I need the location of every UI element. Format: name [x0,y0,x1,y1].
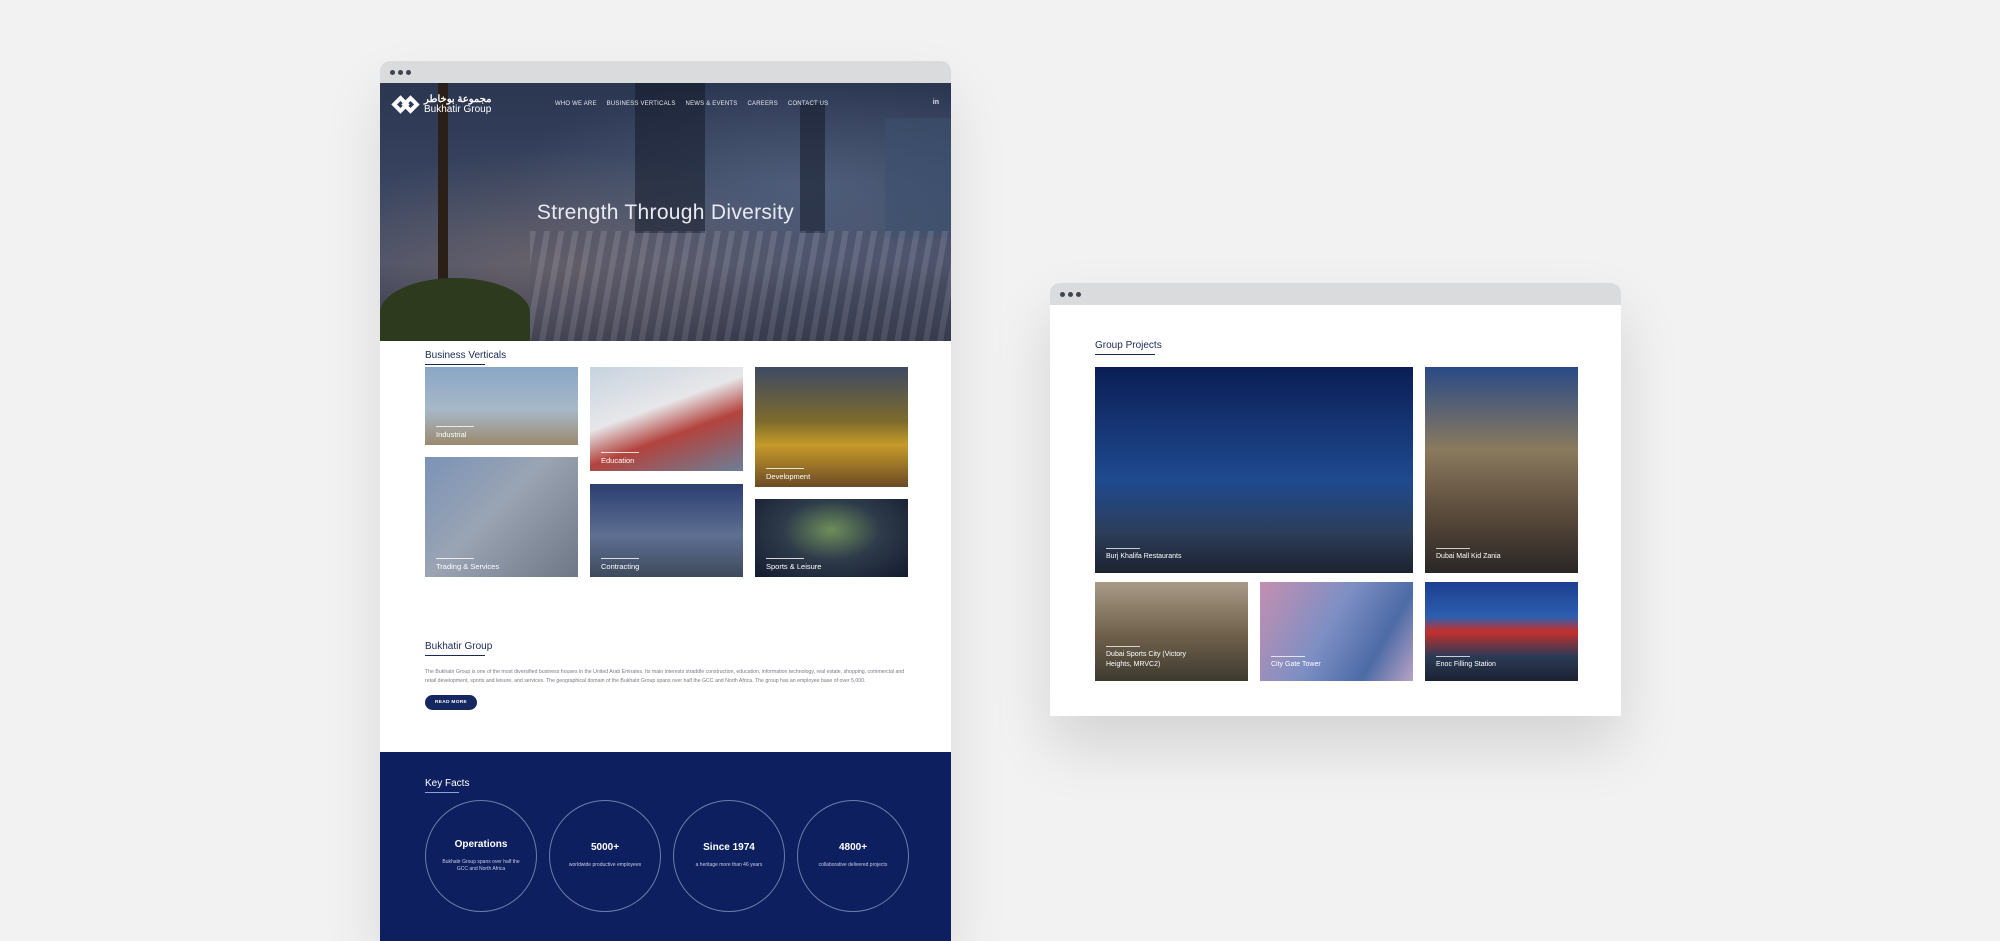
brand-logo[interactable]: مجموعة بوخاطر Bukhatir Group [391,93,492,117]
project-label: City Gate Tower [1271,655,1321,668]
main-nav: WHO WE ARE BUSINESS VERTICALS NEWS & EVE… [555,101,828,107]
vertical-tile-development[interactable]: Development [755,367,908,487]
window-dot-icon [398,69,403,75]
section-heading: Bukhatir Group [425,641,492,656]
section-heading: Business Verticals [425,350,506,365]
window-dot-icon [1076,291,1081,297]
key-fact-subtitle: worldwide productive employees [568,862,642,869]
hero-banner: مجموعة بوخاطر Bukhatir Group WHO WE ARE … [380,83,951,341]
hero-shrubs [380,278,530,341]
section-heading: Group Projects [1095,340,1162,355]
key-fact-title: 4800+ [838,842,868,854]
nav-contact-us[interactable]: CONTACT US [788,101,828,107]
tile-label: Contracting [601,558,640,571]
nav-business-verticals[interactable]: BUSINESS VERTICALS [607,101,676,107]
nav-who-we-are[interactable]: WHO WE ARE [555,101,597,107]
key-fact-title: Since 1974 [703,842,755,854]
vertical-tile-industrial[interactable]: Industrial [425,367,578,445]
project-tile-kidzania[interactable]: Dubai Mall Kid Zania [1425,367,1578,573]
group-projects-section: Group Projects Burj Khalifa Restaurants … [1095,335,1578,681]
window-titlebar [380,61,951,83]
window-dot-icon [1068,291,1073,297]
vertical-tile-education[interactable]: Education [590,367,743,471]
homepage-window: مجموعة بوخاطر Bukhatir Group WHO WE ARE … [380,61,951,941]
project-tile-city-gate-tower[interactable]: City Gate Tower [1260,582,1413,681]
key-fact-operations: Operations Bukhatir Group spans over hal… [425,800,537,912]
nav-careers[interactable]: CAREERS [747,101,777,107]
project-label: Enoc Filling Station [1436,655,1496,668]
key-fact-title: Operations [454,838,508,850]
key-fact-projects: 4800+ collaborative delivered projects [797,800,909,912]
project-label: Dubai Mall Kid Zania [1436,547,1501,560]
vertical-tile-sports-leisure[interactable]: Sports & Leisure [755,499,908,577]
key-fact-subtitle: Bukhatir Group spans over half the GCC a… [442,858,520,873]
read-more-button[interactable]: READ MORE [425,695,478,711]
project-tile-sports-city[interactable]: Dubai Sports City (Victory Heights, MRVC… [1095,582,1248,681]
project-tile-burj-khalifa[interactable]: Burj Khalifa Restaurants [1095,367,1413,573]
about-text: The Bukhatir Group is one of the most di… [425,669,905,685]
vertical-tile-trading-services[interactable]: Trading & Services [425,457,578,577]
about-section: Bukhatir Group The Bukhatir Group is one… [425,636,910,711]
key-fact-since: Since 1974 a heritage more than 46 years [673,800,785,912]
key-fact-subtitle: collaborative delivered projects [818,862,888,869]
key-facts-section: Key Facts Operations Bukhatir Group span… [380,752,951,941]
window-dot-icon [390,69,395,75]
key-fact-employees: 5000+ worldwide productive employees [549,800,661,912]
hero-title: Strength Through Diversity [536,201,795,224]
hero-plaza [530,231,951,341]
project-label: Dubai Sports City (Victory Heights, MRVC… [1106,646,1206,669]
tile-label: Industrial [436,426,475,439]
project-tile-enoc-station[interactable]: Enoc Filling Station [1425,582,1578,681]
tile-label: Sports & Leisure [766,558,822,571]
logo-diamond-icon [391,93,420,117]
business-verticals-section: Business Verticals Industrial Education … [425,345,908,577]
tile-label: Development [766,468,811,481]
window-titlebar [1050,283,1621,305]
projects-window: Group Projects Burj Khalifa Restaurants … [1050,283,1621,716]
window-dot-icon [1060,291,1065,297]
tile-label: Education [601,452,640,465]
key-fact-subtitle: a heritage more than 46 years [695,862,763,869]
logo-english-text: Bukhatir Group [424,104,492,115]
section-heading: Key Facts [425,778,469,793]
key-fact-title: 5000+ [590,842,620,854]
project-label: Burj Khalifa Restaurants [1106,547,1182,560]
linkedin-icon[interactable]: in [933,99,939,106]
nav-news-events[interactable]: NEWS & EVENTS [686,101,738,107]
tile-label: Trading & Services [436,558,500,571]
window-dot-icon [406,69,411,75]
vertical-tile-contracting[interactable]: Contracting [590,484,743,577]
